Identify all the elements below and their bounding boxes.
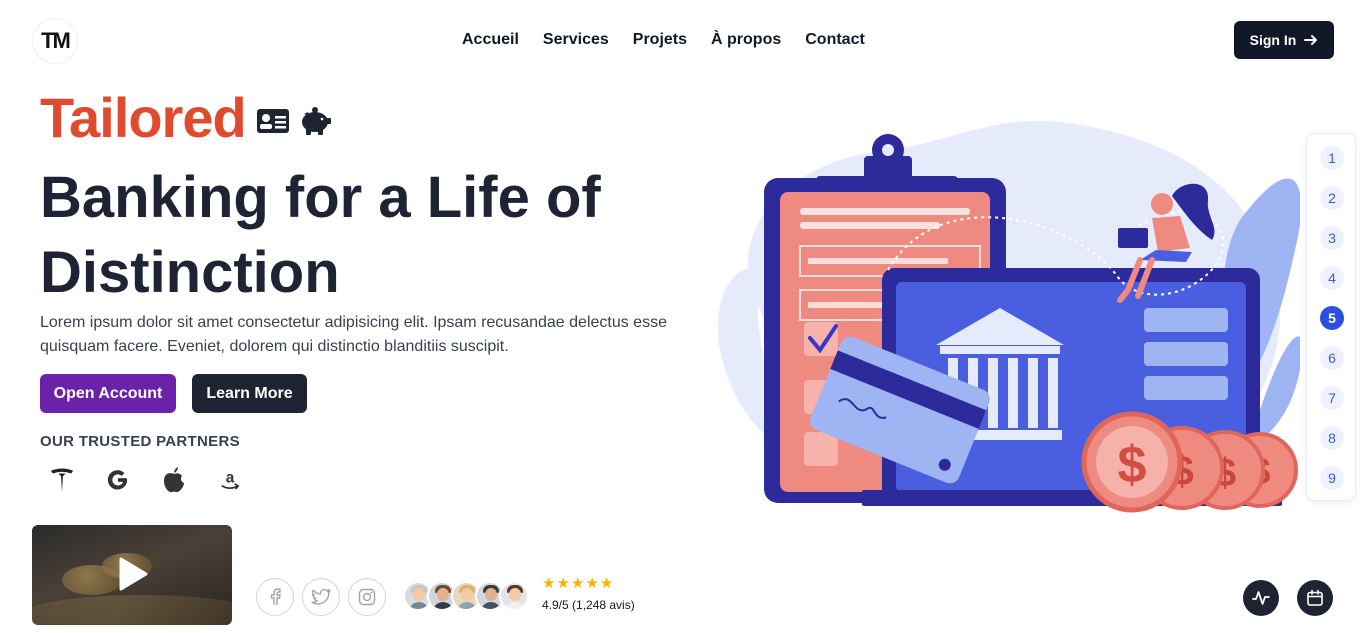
page-button-1[interactable]: 1 — [1320, 146, 1344, 170]
nav-accueil[interactable]: Accueil — [462, 31, 519, 49]
page-button-5[interactable]: 5 — [1320, 306, 1344, 330]
nav-a-propos[interactable]: À propos — [711, 31, 781, 49]
hero-headline: Banking for a Life of Distinction — [40, 160, 680, 310]
rating-text: 4.9/5 (1,248 avis) — [542, 598, 635, 612]
customer-avatars — [403, 581, 529, 611]
rating-stars: ★★★★★ — [542, 575, 615, 592]
tailored-word: Tailored — [40, 86, 247, 149]
arrow-right-icon — [1304, 35, 1318, 45]
partners-title: OUR TRUSTED PARTNERS — [40, 433, 240, 450]
section-pagination: 1 2 3 4 5 6 7 8 9 — [1306, 133, 1356, 501]
banking-illustration: $ $ $ $ — [718, 120, 1300, 513]
activity-icon — [1252, 591, 1270, 605]
social-links — [256, 578, 386, 616]
main-nav: Accueil Services Projets À propos Contac… — [462, 31, 865, 49]
calendar-icon — [1307, 589, 1323, 606]
calendar-button[interactable] — [1297, 580, 1333, 616]
landing-page: TM Accueil Services Projets À propos Con… — [0, 0, 1366, 633]
google-icon — [106, 464, 130, 496]
sign-in-button[interactable]: Sign In — [1234, 21, 1334, 59]
tesla-icon — [50, 464, 74, 496]
nav-services[interactable]: Services — [543, 31, 609, 49]
nav-projets[interactable]: Projets — [633, 31, 687, 49]
piggy-bank-icon — [301, 107, 331, 135]
hero-description: Lorem ipsum dolor sit amet consectetur a… — [40, 314, 667, 355]
learn-more-button[interactable]: Learn More — [192, 374, 307, 413]
svg-text:$: $ — [1118, 436, 1147, 494]
brand-logo[interactable]: TM — [32, 18, 78, 64]
page-button-8[interactable]: 8 — [1320, 426, 1344, 450]
page-button-3[interactable]: 3 — [1320, 226, 1344, 250]
rating-block: ★★★★★ 4.9/5 (1,248 avis) — [542, 575, 635, 613]
sign-in-label: Sign In — [1249, 32, 1297, 48]
nav-contact[interactable]: Contact — [805, 31, 865, 49]
instagram-icon[interactable] — [348, 578, 386, 616]
partners-list: a — [50, 464, 242, 496]
svg-text:a: a — [226, 470, 235, 487]
tailored-heading: Tailored — [40, 86, 332, 150]
page-button-4[interactable]: 4 — [1320, 266, 1344, 290]
play-icon[interactable] — [118, 557, 148, 591]
page-button-2[interactable]: 2 — [1320, 186, 1344, 210]
page-button-7[interactable]: 7 — [1320, 386, 1344, 410]
headline-line-2: Distinction — [40, 240, 340, 305]
open-account-button[interactable]: Open Account — [40, 374, 176, 413]
amazon-icon: a — [218, 464, 242, 496]
apple-icon — [162, 464, 186, 496]
facebook-icon[interactable] — [256, 578, 294, 616]
activity-button[interactable] — [1243, 580, 1279, 616]
avatar — [499, 581, 529, 611]
video-thumbnail[interactable] — [32, 525, 232, 625]
twitter-icon[interactable] — [302, 578, 340, 616]
tailored-icons — [256, 106, 332, 136]
headline-line-1: Banking for a Life of — [40, 165, 601, 230]
id-card-icon — [256, 109, 289, 133]
page-button-9[interactable]: 9 — [1320, 466, 1344, 490]
page-button-6[interactable]: 6 — [1320, 346, 1344, 370]
